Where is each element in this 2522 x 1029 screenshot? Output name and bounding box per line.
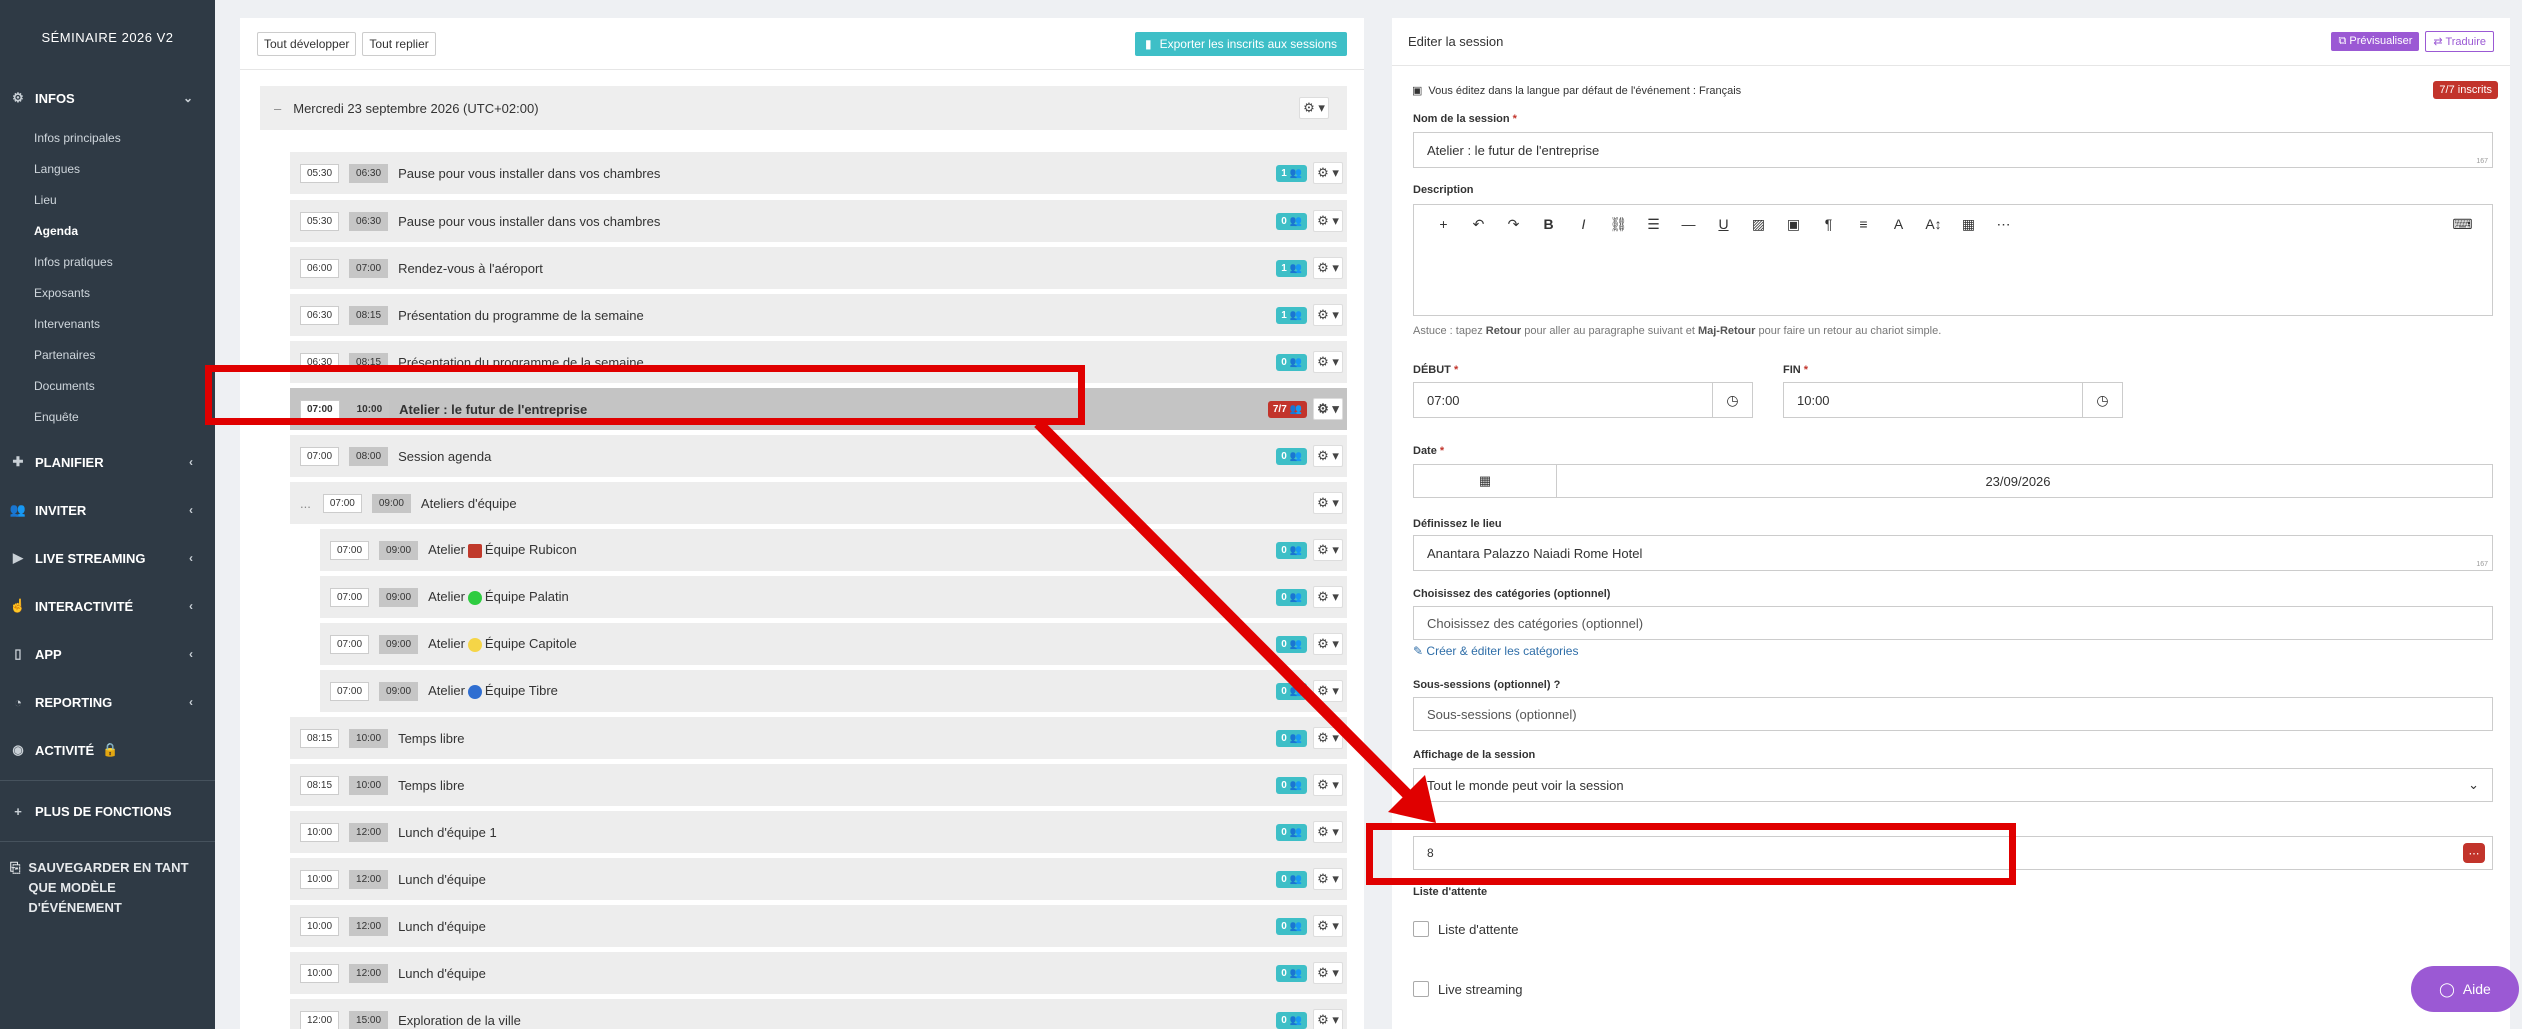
- annotation-arrow: [1034, 419, 1436, 823]
